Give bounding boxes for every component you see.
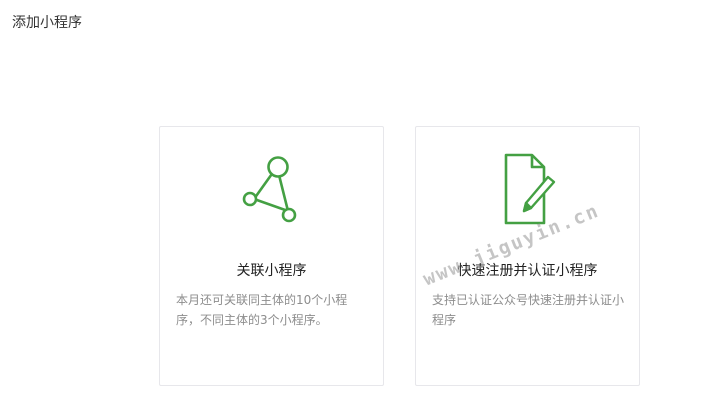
quick-register-card[interactable]: 快速注册并认证小程序 支持已认证公众号快速注册并认证小程序 [415,126,640,386]
page-title: 添加小程序 [12,15,82,31]
card-description: 本月还可关联同主体的10个小程序，不同主体的3个小程序。 [176,293,348,327]
document-edit-icon [504,153,555,225]
link-nodes-icon [242,156,296,223]
add-miniprogram-page: 添加小程序 关联小程序 本月还可关联同主体的10个小程序，不同主体的3个小程序。 [0,0,720,420]
card-title: 快速注册并认证小程序 [457,263,598,279]
card-description: 支持已认证公众号快速注册并认证小程序 [432,293,625,327]
card-title: 关联小程序 [236,263,307,279]
link-miniprogram-card[interactable]: 关联小程序 本月还可关联同主体的10个小程序，不同主体的3个小程序。 [159,126,384,386]
